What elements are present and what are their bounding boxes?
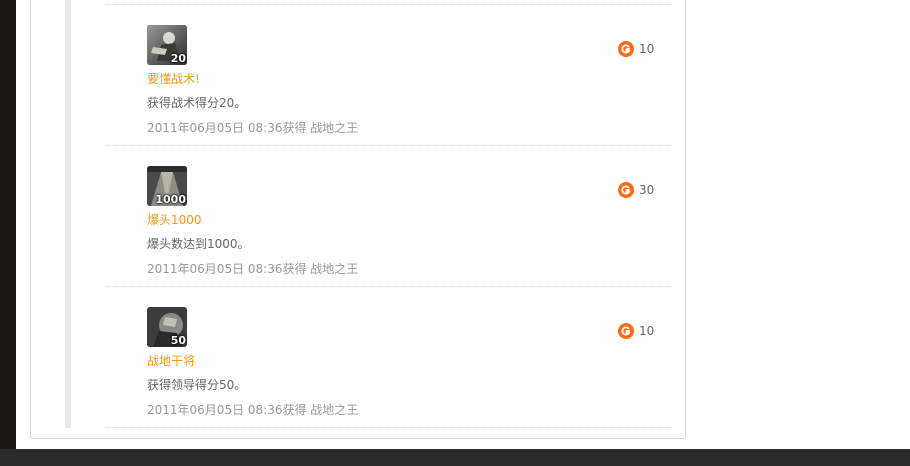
achievement-title[interactable]: 战地干将 (147, 352, 195, 369)
achievement-title[interactable]: 要懂战术! (147, 70, 200, 87)
points-value: 10 (639, 324, 655, 338)
achievement-item: 50 战地干将 获得领导得分50。 2011年06月05日 08:36获得 战地… (107, 287, 671, 428)
achievement-description: 获得战术得分20。 (147, 96, 247, 110)
divider (107, 427, 671, 428)
badge-count: 20 (170, 52, 186, 65)
achievement-description: 爆头数达到1000。 (147, 237, 250, 251)
points-badge: 10 (618, 40, 654, 58)
achievement-description: 获得领导得分50。 (147, 378, 247, 392)
points-value: 30 (639, 183, 655, 197)
coin-icon (618, 323, 634, 339)
achievement-item: 1000 爆头1000 爆头数达到1000。 2011年06月05日 08:36… (107, 146, 671, 287)
points-badge: 10 (618, 322, 654, 340)
achievement-item: 20 要懂战术! 获得战术得分20。 2011年06月05日 08:36获得 战… (107, 5, 671, 146)
coin-icon (618, 182, 634, 198)
points-badge: 30 (618, 181, 654, 199)
achievement-title[interactable]: 爆头1000 (147, 211, 202, 228)
page-left-edge (0, 0, 16, 449)
bottom-bar (0, 449, 910, 466)
badge-count: 50 (170, 334, 186, 347)
points-value: 10 (639, 42, 655, 56)
coin-icon (618, 41, 634, 57)
achievement-meta: 2011年06月05日 08:36获得 战地之王 (147, 403, 359, 417)
badge-count: 1000 (155, 193, 186, 206)
panel-rail (65, 0, 71, 428)
achievement-badge[interactable]: 20 (147, 25, 187, 65)
achievement-badge[interactable]: 1000 (147, 166, 187, 206)
achievement-badge[interactable]: 50 (147, 307, 187, 347)
achievement-meta: 2011年06月05日 08:36获得 战地之王 (147, 121, 359, 135)
achievement-meta: 2011年06月05日 08:36获得 战地之王 (147, 262, 359, 276)
